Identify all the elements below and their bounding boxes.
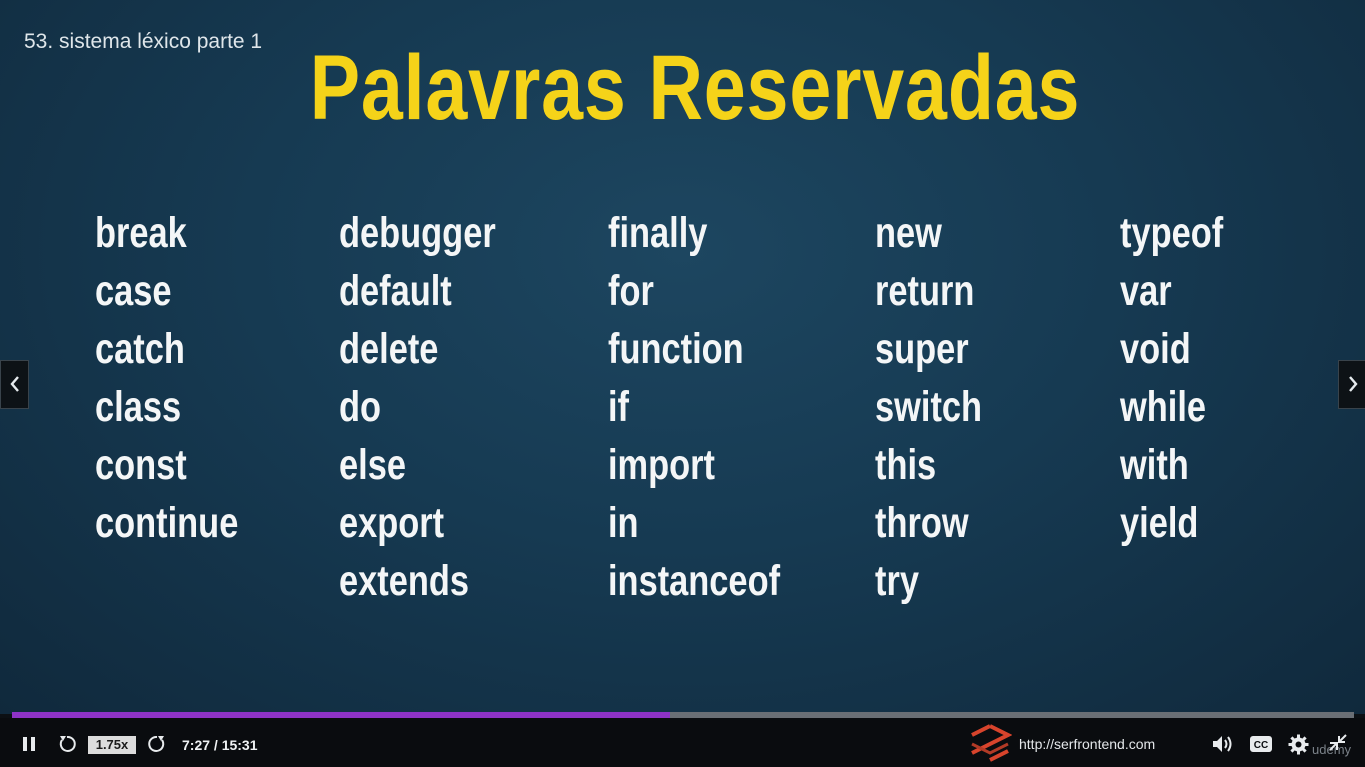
- keyword: debugger: [339, 209, 496, 257]
- keyword: extends: [339, 557, 470, 605]
- chevron-right-icon: [1348, 376, 1358, 392]
- keyword: export: [339, 499, 445, 547]
- keyword: in: [608, 499, 639, 547]
- keyword: typeof: [1120, 209, 1224, 257]
- keyword: while: [1120, 383, 1207, 431]
- keyword: return: [875, 267, 975, 315]
- keyword: yield: [1120, 499, 1199, 547]
- keyword: if: [608, 383, 630, 431]
- keyword: throw: [875, 499, 969, 547]
- keyword: continue: [95, 499, 239, 547]
- keyword: break: [95, 209, 187, 257]
- keyword: do: [339, 383, 382, 431]
- keyword: void: [1120, 325, 1191, 373]
- keyword: const: [95, 441, 187, 489]
- previous-lecture-button[interactable]: [0, 360, 29, 409]
- keyword: import: [608, 441, 716, 489]
- control-bar: 1.75x 7:27 / 15:31 http://serfrontend.co…: [0, 718, 1365, 767]
- keyword: super: [875, 325, 969, 373]
- keyword: delete: [339, 325, 439, 373]
- serfrontend-logo-icon: [971, 724, 1012, 762]
- keyword-column-4: new return super switch this throw try: [875, 204, 1009, 610]
- video-player: 53. sistema léxico parte 1 Palavras Rese…: [0, 0, 1365, 767]
- keyword-column-3: finally for function if import in instan…: [608, 204, 823, 610]
- volume-icon[interactable]: [1212, 735, 1234, 753]
- captions-icon[interactable]: CC: [1250, 735, 1272, 753]
- keyword-column-5: typeof var void while with yield: [1120, 204, 1249, 552]
- keyword: try: [875, 557, 919, 605]
- keyword: this: [875, 441, 937, 489]
- next-lecture-button[interactable]: [1338, 360, 1365, 409]
- keyword-column-2: debugger default delete do else export e…: [339, 204, 535, 610]
- keyword: for: [608, 267, 654, 315]
- keyword: switch: [875, 383, 983, 431]
- forward-icon[interactable]: [147, 734, 167, 754]
- keyword: else: [339, 441, 406, 489]
- keyword: catch: [95, 325, 185, 373]
- playback-speed-button[interactable]: 1.75x: [88, 736, 136, 754]
- exit-fullscreen-icon[interactable]: [1328, 733, 1348, 753]
- slide: 53. sistema léxico parte 1 Palavras Rese…: [0, 0, 1365, 714]
- slide-title: Palavras Reservadas: [309, 37, 1081, 139]
- keyword: function: [608, 325, 744, 373]
- time-display: 7:27 / 15:31: [182, 737, 258, 753]
- keyword: var: [1120, 267, 1172, 315]
- keyword: new: [875, 209, 942, 257]
- keyword: class: [95, 383, 182, 431]
- website-url: http://serfrontend.com: [1019, 736, 1156, 752]
- gear-icon[interactable]: [1288, 734, 1309, 755]
- keyword: finally: [608, 209, 708, 257]
- keyword: case: [95, 267, 172, 315]
- keyword: with: [1120, 441, 1189, 489]
- pause-button[interactable]: [22, 737, 36, 751]
- keyword: default: [339, 267, 452, 315]
- svg-text:CC: CC: [1254, 740, 1268, 751]
- rewind-icon[interactable]: [57, 734, 77, 754]
- keyword-column-1: break case catch class const continue: [95, 204, 274, 552]
- keyword: instanceof: [608, 557, 781, 605]
- chevron-left-icon: [9, 376, 19, 392]
